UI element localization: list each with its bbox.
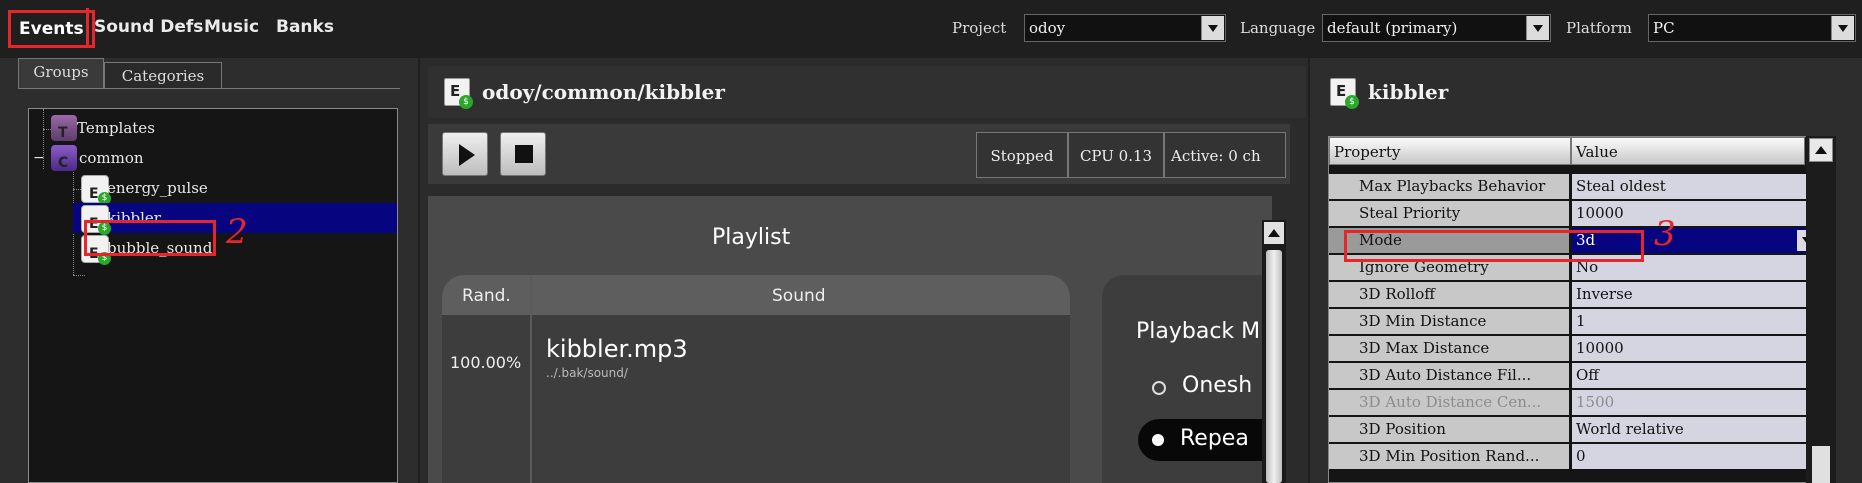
property-scrollbar[interactable] xyxy=(1806,136,1836,483)
column-sound: Sound xyxy=(772,286,826,306)
chevron-down-icon[interactable] xyxy=(1831,16,1854,40)
scroll-thumb[interactable] xyxy=(1266,250,1282,483)
column-divider xyxy=(530,275,532,483)
playlist-title: Playlist xyxy=(712,225,791,250)
platform-select[interactable]: PC xyxy=(1648,14,1856,42)
property-row[interactable]: 3D Position World relative xyxy=(1329,416,1819,443)
language-value: default (primary) xyxy=(1327,19,1458,37)
property-row[interactable]: Max Playbacks Behavior Steal oldest xyxy=(1329,173,1819,200)
nav-banks[interactable]: Banks xyxy=(266,8,344,46)
property-value[interactable]: World relative xyxy=(1572,417,1819,442)
group-tree[interactable]: T Templates − C common E $ energy_pulse E… xyxy=(28,108,398,483)
property-name: 3D Min Distance xyxy=(1329,309,1569,334)
annotation-label: 2 xyxy=(226,212,248,252)
tree-item-label: Templates xyxy=(77,119,155,137)
property-value[interactable]: 10000 xyxy=(1572,201,1819,226)
property-value[interactable]: 1500 xyxy=(1572,390,1819,415)
property-name: 3D Rolloff xyxy=(1329,282,1569,307)
property-name: 3D Max Distance xyxy=(1329,336,1569,361)
tree-item-common[interactable]: − C common xyxy=(29,143,397,173)
property-row[interactable]: 3D Min Position Rand... 0 xyxy=(1329,443,1819,470)
platform-label: Platform xyxy=(1566,19,1632,37)
vertical-scrollbar[interactable] xyxy=(1262,220,1286,483)
language-label: Language xyxy=(1240,19,1316,37)
event-icon: E $ xyxy=(444,78,473,109)
tree-item-label: common xyxy=(79,149,144,167)
annotation-box xyxy=(1344,230,1644,262)
property-row[interactable]: 3D Rolloff Inverse xyxy=(1329,281,1819,308)
tree-connector xyxy=(73,275,85,276)
collapse-icon[interactable]: − xyxy=(33,143,45,173)
annotation-box xyxy=(84,220,216,256)
sound-path: ../.bak/sound/ xyxy=(546,366,628,380)
status-text: Stopped xyxy=(976,132,1068,178)
scroll-up-icon[interactable] xyxy=(1264,222,1284,244)
project-label: Project xyxy=(952,19,1007,37)
sound-name[interactable]: kibbler.mp3 xyxy=(546,335,688,363)
tab-divider xyxy=(18,88,400,89)
scroll-up-icon[interactable] xyxy=(1809,138,1833,162)
nav-events[interactable]: Events xyxy=(8,10,95,48)
tree-item-label: energy_pulse xyxy=(107,179,208,197)
play-button[interactable] xyxy=(442,132,488,176)
event-path-title: odoy/common/kibbler xyxy=(482,80,725,104)
playlist-header xyxy=(442,275,1070,315)
property-row[interactable]: 3D Min Distance 1 xyxy=(1329,308,1819,335)
event-icon: E $ xyxy=(1330,78,1359,109)
property-row[interactable]: 3D Auto Distance Cen... 1500 xyxy=(1329,389,1819,416)
chevron-down-icon[interactable] xyxy=(1201,16,1224,40)
property-value[interactable]: Off xyxy=(1572,363,1819,388)
property-row[interactable]: 3D Max Distance 10000 xyxy=(1329,335,1819,362)
property-row[interactable]: Steal Priority 10000 xyxy=(1329,200,1819,227)
property-grid[interactable]: Property Value Max Playbacks Behavior Ste… xyxy=(1328,136,1836,483)
properties-title: kibbler xyxy=(1368,80,1449,104)
category-icon: C xyxy=(51,145,77,171)
property-name: 3D Position xyxy=(1329,417,1569,442)
tab-categories[interactable]: Categories xyxy=(104,62,222,88)
oneshot-radio[interactable] xyxy=(1152,381,1166,395)
tree-item-templates[interactable]: T Templates xyxy=(29,113,397,143)
property-name: 3D Auto Distance Fil... xyxy=(1329,363,1569,388)
oneshot-label[interactable]: Onesh xyxy=(1182,373,1252,398)
column-rand: Rand. xyxy=(462,286,511,306)
property-value[interactable]: Inverse xyxy=(1572,282,1819,307)
chevron-down-icon[interactable] xyxy=(1526,16,1549,40)
active-channels: Active: 0 ch xyxy=(1164,132,1286,178)
property-name: Max Playbacks Behavior xyxy=(1329,174,1569,199)
tree-item-energy-pulse[interactable]: E $ energy_pulse xyxy=(29,173,397,205)
property-row[interactable]: 3D Auto Distance Fil... Off xyxy=(1329,362,1819,389)
value-column-header[interactable]: Value xyxy=(1571,137,1805,165)
playlist-table: Rand. Sound 100.00% kibbler.mp3 ../.bak/… xyxy=(442,275,1070,483)
property-value[interactable]: 1 xyxy=(1572,309,1819,334)
language-select[interactable]: default (primary) xyxy=(1322,14,1551,42)
template-icon: T xyxy=(51,115,77,141)
project-value: odoy xyxy=(1029,19,1066,37)
repeat-option[interactable]: Repea xyxy=(1138,419,1272,461)
property-name: 3D Auto Distance Cen... xyxy=(1329,390,1569,415)
property-name: 3D Min Position Rand... xyxy=(1329,444,1569,469)
scroll-thumb[interactable] xyxy=(1812,446,1830,483)
playback-mode-box: Playback M Onesh Repea xyxy=(1102,275,1272,483)
repeat-label: Repea xyxy=(1180,426,1249,451)
stop-button[interactable] xyxy=(500,132,546,176)
nav-music[interactable]: Music xyxy=(194,8,269,46)
property-value[interactable]: 0 xyxy=(1572,444,1819,469)
tab-groups[interactable]: Groups xyxy=(18,58,104,89)
property-value[interactable]: 10000 xyxy=(1572,336,1819,361)
property-column-header[interactable]: Property xyxy=(1329,137,1571,165)
repeat-radio-selected xyxy=(1152,434,1164,446)
property-value[interactable]: Steal oldest xyxy=(1572,174,1819,199)
event-icon: E $ xyxy=(81,175,111,205)
project-select[interactable]: odoy xyxy=(1024,14,1226,42)
platform-value: PC xyxy=(1653,19,1675,37)
row-percent[interactable]: 100.00% xyxy=(450,353,521,372)
annotation-label: 3 xyxy=(1654,214,1676,254)
property-name: Steal Priority xyxy=(1329,201,1569,226)
playback-mode-title: Playback M xyxy=(1136,319,1261,344)
cpu-readout: CPU 0.13 xyxy=(1068,132,1164,178)
